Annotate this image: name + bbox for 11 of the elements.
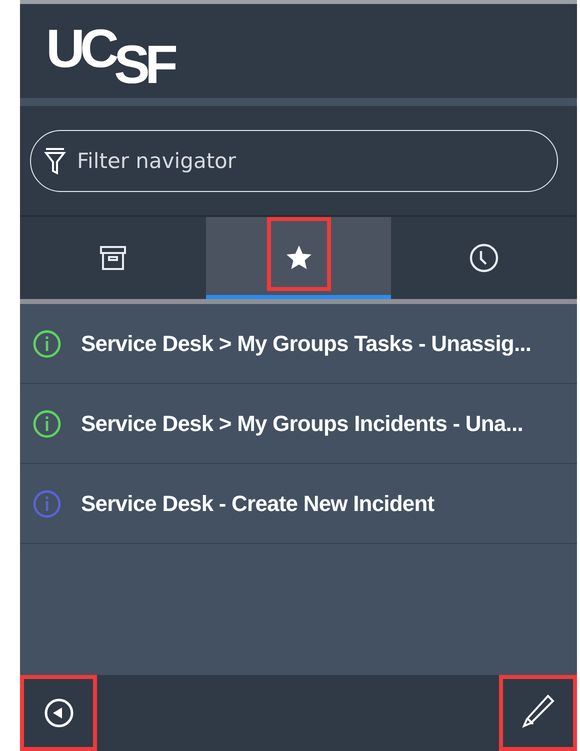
back-circle-icon <box>42 697 74 729</box>
archive-box-icon <box>98 245 127 271</box>
tab[interactable] <box>206 217 392 299</box>
navigator-item[interactable]: Service Desk - Create New Incident <box>81 490 434 516</box>
search-field[interactable]: Filter navigator <box>30 130 558 192</box>
navigator-item[interactable]: Service Desk > My Groups Incidents - Una... <box>81 410 523 436</box>
clock-icon <box>469 243 500 273</box>
navigator-item[interactable]: Service Desk > My Groups Tasks - Unassig... <box>81 330 532 356</box>
collapse-button[interactable] <box>20 675 97 751</box>
filter-icon <box>44 146 66 174</box>
edit-button[interactable] <box>499 675 577 751</box>
